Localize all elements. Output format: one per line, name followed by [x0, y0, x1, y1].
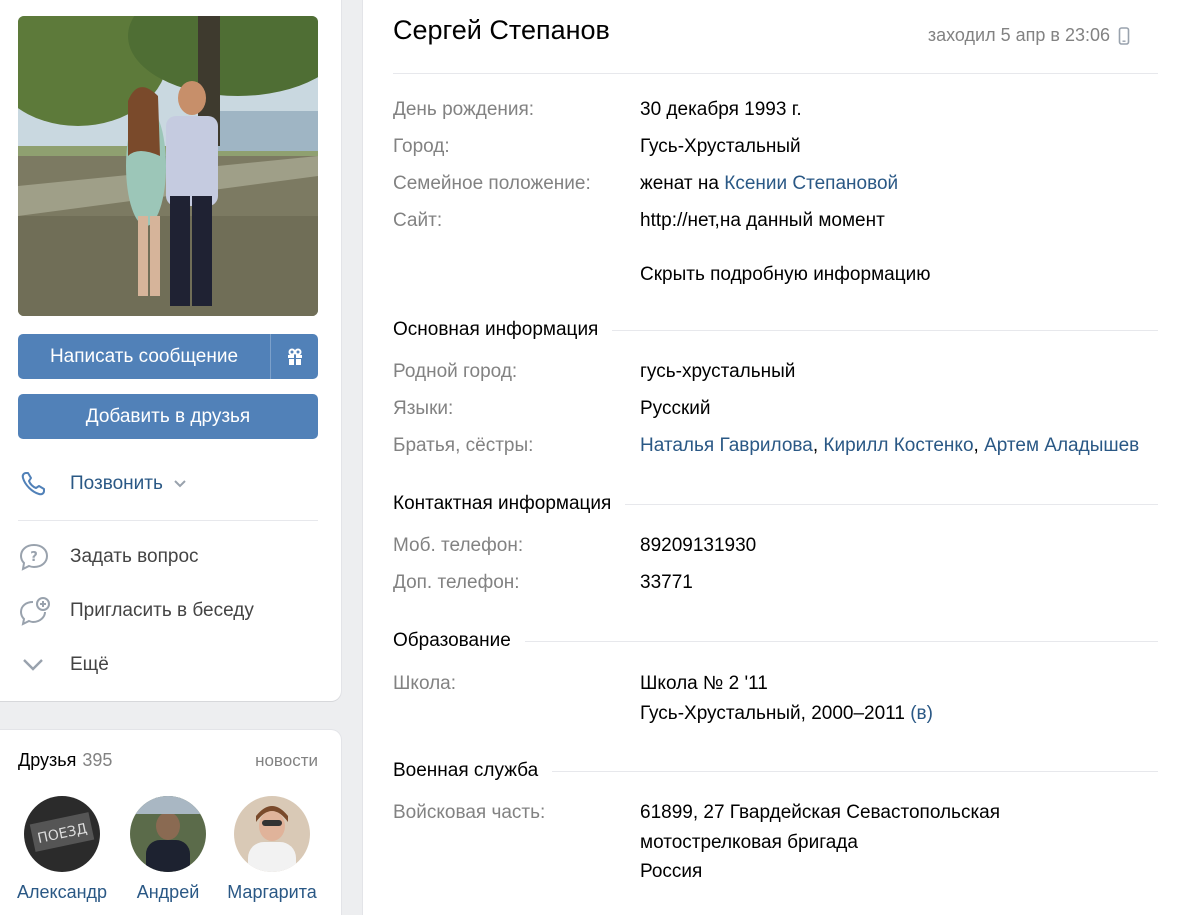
section-education: Образование	[393, 626, 1158, 656]
add-friend-button[interactable]: Добавить в друзья	[18, 394, 318, 439]
friend-item[interactable]: ПОЕЗД Александр	[12, 796, 112, 903]
section-divider	[612, 329, 1158, 331]
mobile-label: Моб. телефон:	[393, 535, 524, 556]
section-education-title: Образование	[393, 630, 511, 651]
friend-avatar	[130, 796, 206, 872]
birthday-label: День рождения:	[393, 99, 535, 120]
section-basic-title: Основная информация	[393, 319, 599, 340]
section-divider	[625, 503, 1158, 505]
extra-phone-label: Доп. телефон:	[393, 572, 520, 593]
military-unit-label: Войсковая часть:	[393, 802, 546, 823]
call-action[interactable]: Позвонить	[18, 464, 318, 504]
military-country: Россия	[640, 861, 703, 882]
chevron-down-icon	[18, 655, 70, 675]
city-label: Город:	[393, 136, 450, 157]
site-label: Сайт:	[393, 210, 443, 231]
friends-title: Друзья	[18, 750, 77, 770]
friends-header[interactable]: Друзья 395	[18, 750, 112, 771]
friend-avatar: ПОЕЗД	[24, 796, 100, 872]
friends-news-link[interactable]: новости	[255, 751, 318, 771]
friend-name: Андрей	[136, 882, 200, 902]
family-prefix: женат на	[640, 173, 725, 194]
hide-details-link[interactable]: Скрыть подробную информацию	[640, 260, 930, 290]
phone-icon	[18, 469, 70, 499]
languages-label: Языки:	[393, 398, 454, 419]
chat-add-icon	[18, 596, 70, 626]
more-label: Ещё	[70, 654, 109, 675]
sibling-separator: ,	[812, 435, 824, 456]
school-link[interactable]: Школа № 2 '11	[640, 669, 768, 699]
section-divider	[552, 770, 1158, 772]
military-unit-line2[interactable]: мотострелковая бригада	[640, 828, 858, 858]
section-military-title: Военная служба	[393, 760, 539, 781]
section-military: Военная служба	[393, 756, 1158, 786]
write-message-button[interactable]: Написать сообщение	[18, 334, 318, 379]
school-label: Школа:	[393, 673, 457, 694]
friends-count: 395	[82, 750, 113, 770]
svg-text:?: ?	[30, 550, 38, 565]
page-title: Сергей Степанов	[393, 15, 610, 45]
school-details-text: Гусь-Хрустальный, 2000–2011	[640, 703, 911, 724]
last-seen-text: заходил 5 апр в 23:06	[927, 25, 1110, 45]
invite-chat-action[interactable]: Пригласить в беседу	[18, 591, 318, 631]
family-value: женат на Ксении Степановой	[640, 169, 898, 199]
call-label: Позвонить	[70, 473, 163, 494]
profile-avatar[interactable]	[18, 16, 318, 316]
extra-phone-value: 33771	[640, 572, 693, 593]
write-message-label: Написать сообщение	[49, 345, 239, 367]
profile-info-panel: Сергей Степанов заходил 5 апр в 23:06 Де…	[363, 0, 1179, 915]
actions-separator	[18, 520, 318, 521]
mobile-icon	[1118, 26, 1130, 45]
section-basic: Основная информация	[393, 315, 1158, 345]
section-divider	[524, 640, 1158, 642]
birthday-value[interactable]: 30 декабря 1993 г.	[640, 95, 802, 125]
hometown-value[interactable]: гусь-хрустальный	[640, 357, 795, 387]
sibling-link[interactable]: Артем Аладышев	[984, 435, 1139, 456]
siblings-value: Наталья Гаврилова, Кирилл Костенко, Арте…	[640, 431, 1139, 461]
city-value[interactable]: Гусь-Хрустальный	[640, 132, 801, 162]
ask-question-action[interactable]: ? Задать вопрос	[18, 537, 318, 577]
mobile-value: 89209131930	[640, 535, 757, 556]
question-bubble-icon: ?	[18, 542, 70, 572]
header-divider	[393, 73, 1158, 74]
sibling-link[interactable]: Кирилл Костенко	[823, 435, 973, 456]
friend-item[interactable]: Маргарита	[222, 796, 322, 903]
section-contacts-title: Контактная информация	[393, 493, 612, 514]
sibling-link[interactable]: Наталья Гаврилова	[640, 435, 813, 456]
chevron-down-icon	[173, 479, 187, 489]
avatar-photo	[18, 16, 318, 316]
military-unit-line1[interactable]: 61899, 27 Гвардейская Севастопольская	[640, 798, 1000, 828]
spouse-link[interactable]: Ксении Степановой	[724, 173, 898, 194]
hometown-label: Родной город:	[393, 361, 518, 382]
sibling-separator: ,	[973, 435, 985, 456]
profile-card: Написать сообщение Добавить в друзья Поз…	[0, 0, 341, 701]
family-label: Семейное положение:	[393, 173, 591, 194]
friend-name: Маргарита	[227, 882, 317, 902]
friend-item[interactable]: Андрей	[118, 796, 218, 903]
languages-value[interactable]: Русский	[640, 394, 711, 424]
school-class-link[interactable]: (в)	[910, 703, 933, 724]
gift-icon[interactable]	[271, 334, 318, 379]
siblings-label: Братья, сёстры:	[393, 435, 534, 456]
school-details: Гусь-Хрустальный, 2000–2011 (в)	[640, 699, 933, 729]
friend-avatar	[234, 796, 310, 872]
ask-question-label: Задать вопрос	[70, 546, 199, 567]
more-action[interactable]: Ещё	[18, 645, 318, 685]
last-seen-status: заходил 5 апр в 23:06	[928, 25, 1130, 46]
friends-card: Друзья 395 новости ПОЕЗД Александр Андрей	[0, 730, 341, 915]
add-friend-label: Добавить в друзья	[85, 405, 251, 427]
site-value: http://нет,на данный момент	[640, 210, 885, 231]
invite-chat-label: Пригласить в беседу	[70, 600, 254, 621]
friend-name: Александр	[16, 882, 108, 902]
section-contacts: Контактная информация	[393, 489, 1158, 519]
